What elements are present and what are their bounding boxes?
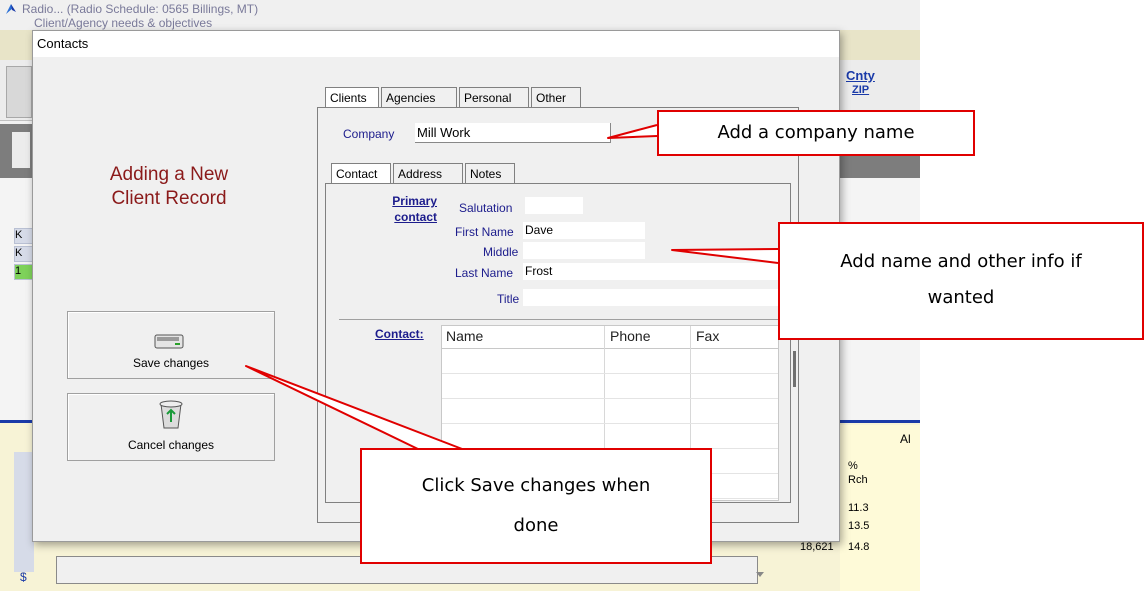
company-callout-pointer bbox=[607, 124, 658, 139]
save-callout-pointer bbox=[245, 365, 471, 453]
name-callout-pointer bbox=[671, 248, 779, 264]
callout-company: Add a company name bbox=[657, 110, 975, 156]
callout-name: Add name and other info if wanted bbox=[778, 222, 1144, 340]
callout-save: Click Save changes when done bbox=[360, 448, 712, 564]
